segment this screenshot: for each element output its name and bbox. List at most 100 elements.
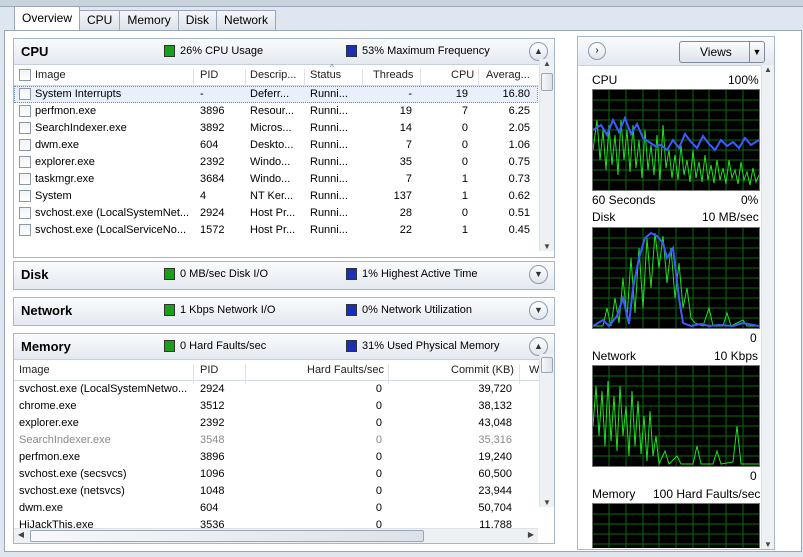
scroll-thumb[interactable] [30,530,424,542]
cell-threads: 35 [399,156,412,168]
table-row[interactable]: svchost.exe (netsvcs) 1048 0 23,944 [14,483,538,500]
row-checkbox[interactable] [19,105,31,117]
network-section-header[interactable]: Network 1 Kbps Network I/O 0% Network Ut… [14,298,554,325]
hard-faults-indicator: 0 Hard Faults/sec [164,340,266,352]
col-pid[interactable]: PID [200,69,218,81]
tab-bar: Overview CPU Memory Disk Network [14,6,277,30]
cell-image: taskmgr.exe [35,173,95,185]
table-row[interactable]: SearchIndexer.exe 3892 Micros... Runni... 14… [14,120,538,137]
cell-pid: 2392 [200,417,225,429]
tab-overview[interactable]: Overview [14,6,81,30]
col-image[interactable]: Image [35,69,66,81]
cell-threads: 14 [399,122,412,134]
row-checkbox[interactable] [19,173,31,185]
col-average[interactable]: Averag... [486,69,530,81]
row-checkbox[interactable] [19,88,31,100]
col-commit[interactable]: Commit (KB) [451,364,514,376]
cpu-section-header[interactable]: CPU 26% CPU Usage 53% Maximum Frequency … [14,39,554,65]
chevron-down-icon[interactable]: ▼ [529,265,548,284]
cell-status: Runni... [310,190,348,202]
network-graph-label: Network [592,349,637,363]
col-status[interactable]: Status [310,69,341,81]
row-checkbox[interactable] [19,224,31,236]
table-row[interactable]: explorer.exe 2392 Windo... Runni... 35 0 0.75 [14,154,538,171]
table-row[interactable]: SearchIndexer.exe 3548 0 35,316 [14,432,538,449]
cell-image: explorer.exe [19,417,79,429]
cell-avg: 1.06 [508,139,530,151]
select-all-checkbox[interactable] [19,69,31,81]
tab-disk[interactable]: Disk [177,10,218,30]
tab-cpu[interactable]: CPU [79,10,121,30]
col-image[interactable]: Image [19,364,50,376]
row-checkbox[interactable] [19,207,31,219]
table-row[interactable]: System Interrupts - Deferr... Runni... - 19 16… [14,86,538,103]
scroll-right-icon[interactable]: ▶ [524,530,538,539]
row-checkbox[interactable] [19,190,31,202]
col-hard-faults[interactable]: Hard Faults/sec [307,364,384,376]
cell-status: Runni... [310,105,348,117]
row-checkbox[interactable] [19,156,31,168]
table-row[interactable]: chrome.exe 3512 0 38,132 [14,398,538,415]
cpu-graph-plot [592,90,760,190]
cell-commit: 38,132 [478,400,512,412]
scroll-down-icon[interactable]: ▼ [762,540,774,549]
green-swatch-icon [164,45,175,57]
disk-section-title: Disk [21,267,49,282]
cell-pid: 4 [200,190,207,202]
pane-splitter[interactable] [558,37,572,547]
table-row[interactable]: System 4 NT Ker... Runni... 137 1 0.62 [14,188,538,205]
nav-arrow-icon[interactable]: › [588,42,606,60]
graph-pane-scrollbar[interactable]: ▲ ▼ [761,65,774,549]
cell-avg: 0.51 [508,207,530,219]
cell-threads: 7 [405,139,412,151]
cell-image: SearchIndexer.exe [19,434,111,446]
disk-section-header[interactable]: Disk 0 MB/sec Disk I/O 1% Highest Active… [14,262,554,289]
scroll-up-icon[interactable]: ▲ [762,65,774,74]
scroll-down-icon[interactable]: ▼ [540,242,554,251]
views-dropdown[interactable]: Views ▼ [679,41,765,63]
dropdown-arrow-icon[interactable]: ▼ [749,42,764,62]
scroll-up-icon[interactable]: ▲ [540,59,554,68]
memory-horizontal-scrollbar[interactable]: ◀ ▶ [14,528,538,543]
table-row[interactable]: svchost.exe (LocalServiceNo... 1572 Host P… [14,222,538,237]
col-cpu[interactable]: CPU [451,69,474,81]
table-row[interactable]: dwm.exe 604 Deskto... Runni... 7 0 1.06 [14,137,538,154]
sort-arrow-icon: ^ [330,63,334,72]
memory-vertical-scrollbar[interactable]: ▲ ▼ [539,354,554,507]
cell-commit: 43,048 [478,417,512,429]
cell-faults: 0 [375,400,382,412]
memory-graph-plot [593,504,759,548]
col-pid[interactable]: PID [200,364,218,376]
chevron-down-icon[interactable]: ▼ [529,301,548,320]
memory-section-header[interactable]: Memory 0 Hard Faults/sec 31% Used Physic… [14,334,554,360]
cpu-graph-max: 100% [728,73,759,87]
cpu-graph-label: CPU [592,73,618,87]
scroll-down-icon[interactable]: ▼ [540,498,554,507]
tab-network[interactable]: Network [216,10,277,30]
col-working-set[interactable]: W [529,364,539,376]
table-row[interactable]: taskmgr.exe 3684 Windo... Runni... 7 1 0.73 [14,171,538,188]
table-row[interactable]: explorer.exe 2392 0 43,048 [14,415,538,432]
left-pane: CPU 26% CPU Usage 53% Maximum Frequency … [11,36,555,546]
table-row[interactable]: dwm.exe 604 0 50,704 [14,500,538,517]
cell-desc: Host Pr... [250,224,296,236]
table-row[interactable]: svchost.exe (LocalSystemNetwo... 2924 0 39,… [14,381,538,398]
scroll-thumb[interactable] [541,73,553,91]
row-checkbox[interactable] [19,122,31,134]
cell-image: dwm.exe [35,139,80,151]
col-threads[interactable]: Threads [373,69,413,81]
table-row[interactable]: perfmon.exe 3896 0 19,240 [14,449,538,466]
disk-active-indicator: 1% Highest Active Time [346,268,478,280]
table-row[interactable]: svchost.exe (secsvcs) 1096 0 60,500 [14,466,538,483]
table-row[interactable]: svchost.exe (LocalSystemNet... 2924 Host P… [14,205,538,222]
disk-graph-max: 10 MB/sec [702,210,759,224]
col-description[interactable]: Descrip... [250,69,296,81]
scroll-left-icon[interactable]: ◀ [14,530,28,539]
scroll-thumb[interactable] [541,357,553,373]
tab-memory[interactable]: Memory [119,10,179,30]
memory-column-header: Image PID Hard Faults/sec Commit (KB) W [14,360,554,384]
row-checkbox[interactable] [19,139,31,151]
cpu-vertical-scrollbar[interactable]: ▲ ▼ [539,59,554,251]
cell-threads: 19 [399,105,412,117]
table-row[interactable]: perfmon.exe 3896 Resour... Runni... 19 7 6.25 [14,103,538,120]
